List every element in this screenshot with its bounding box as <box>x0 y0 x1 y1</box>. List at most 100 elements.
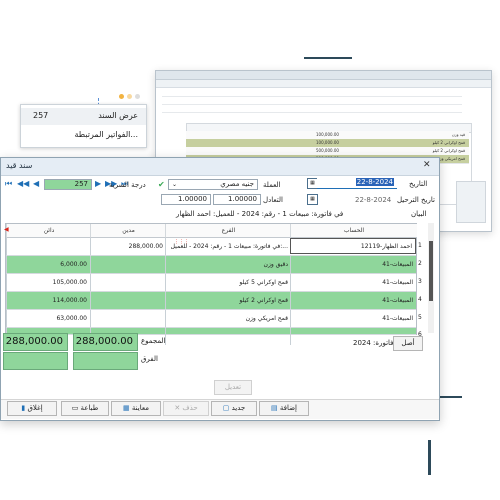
popup-item-label: الفواتير المرتبطة... <box>74 130 139 139</box>
cell-account[interactable]: 41-المبيعات <box>290 274 416 291</box>
table-row[interactable]: 6,000.00 دقيق وزن 41-المبيعات <box>6 256 416 274</box>
cell-account[interactable]: 12119-احمد الظهار <box>290 238 416 254</box>
close-button[interactable]: ▮ إغلاق <box>7 401 57 416</box>
rate-label: التعادل <box>263 196 283 204</box>
column-header-account[interactable]: الحساب <box>290 224 417 238</box>
rate-field-2[interactable]: 1.00000 <box>161 194 211 205</box>
delete-icon: ✕ <box>174 404 181 412</box>
add-button[interactable]: ▤ إضافة <box>259 401 309 416</box>
add-icon: ▤ <box>271 404 278 412</box>
cell-credit[interactable] <box>6 238 90 255</box>
background-window-titlebar <box>156 71 491 80</box>
currency-label: العملة <box>263 181 281 189</box>
cell-account[interactable]: 41-المبيعات <box>290 256 416 273</box>
printer-icon: ▭ <box>71 404 79 412</box>
close-icon[interactable]: ✕ <box>423 160 431 170</box>
delete-button[interactable]: ✕ حذف <box>163 401 209 416</box>
total-credit-field: 288,000.00 <box>3 333 68 351</box>
cell-credit[interactable]: 63,000.00 <box>6 310 90 327</box>
background-window-form <box>162 88 482 118</box>
column-header-branch[interactable]: الفرع <box>165 224 291 238</box>
add-label: إضافة <box>279 404 297 412</box>
cell-branch[interactable]: دقيق وزن <box>165 256 290 273</box>
currency-value: جنيه مصري <box>220 180 254 188</box>
cell-branch[interactable]: قمح اوكراني 5 كيلو <box>165 274 290 291</box>
secret-degree-label[interactable]: درجة السرية <box>109 181 146 189</box>
table-row[interactable]: 105,000.00 قمح اوكراني 5 كيلو 41-المبيعا… <box>6 274 416 292</box>
date-label: التاريخ <box>409 180 428 188</box>
invoice-text[interactable]: فاتورة: 2024 <box>353 339 394 347</box>
new-label: جديد <box>231 404 246 412</box>
original-button[interactable]: أصل <box>393 336 423 351</box>
dots-icon[interactable]: ⋮⋮⋮ <box>174 239 189 245</box>
decorative-line <box>428 440 431 475</box>
total-debit-field: 288,000.00 <box>73 333 138 351</box>
record-number-field[interactable]: 257 <box>44 179 92 190</box>
cell-account[interactable]: 41-المبيعات <box>290 310 416 327</box>
sort-indicator-icon: ◀ <box>4 226 9 233</box>
date-value: 22-8-2024 <box>355 178 394 186</box>
cell-branch[interactable] <box>165 328 291 345</box>
print-button[interactable]: ▭ طباعة <box>61 401 109 416</box>
cell-branch[interactable]: قمح امريكي وزن <box>165 310 290 327</box>
close-label: إغلاق <box>27 404 43 412</box>
chevron-down-icon: ⌄ <box>172 181 178 188</box>
edit-label: تعديل <box>214 380 252 395</box>
edit-button[interactable]: تعديل <box>214 380 252 395</box>
first-record-icon[interactable]: ⏮ <box>5 179 12 189</box>
row-number: 5 <box>418 314 422 321</box>
calendar-icon[interactable]: ▦ <box>307 194 318 205</box>
cell-debit[interactable] <box>90 310 166 327</box>
cell-credit[interactable]: 6,000.00 <box>6 256 90 273</box>
statement-value[interactable]: في فاتورة: مبيعات 1 - رقم: 2024 - للعميل… <box>176 210 343 218</box>
cell-branch[interactable]: قمح اوكراني 2 كيلو <box>165 292 290 309</box>
title-bar: سند قيد ✕ <box>1 158 439 176</box>
print-label: طباعة <box>80 404 99 412</box>
close-app-icon: ▮ <box>21 404 26 412</box>
next-icon[interactable]: ▶ <box>95 179 101 188</box>
shield-check-icon: ✔ <box>158 180 165 189</box>
cell-debit[interactable] <box>90 256 166 273</box>
preview-icon: ▦ <box>123 404 130 412</box>
row-number-column: 1 2 3 4 5 6 <box>416 223 426 338</box>
popup-item-label: عرض السند <box>98 111 138 120</box>
context-popup: 257 عرض السند الفواتير المرتبطة... <box>20 94 147 148</box>
vertical-scrollbar[interactable] <box>428 223 434 333</box>
cell-credit[interactable]: 114,000.00 <box>6 292 90 309</box>
diff-label: الفرق <box>141 355 158 363</box>
currency-select[interactable]: جنيه مصري ⌄ <box>168 179 258 190</box>
preview-button[interactable]: ▦ معاينة <box>111 401 161 416</box>
rate-field-1[interactable]: 1.00000 <box>213 194 261 205</box>
voucher-window: سند قيد ✕ ⏮ ◀◀ ◀ 257 ▶ ▶▶ ⏭ درجة السرية … <box>0 157 440 421</box>
table-row[interactable]: 63,000.00 قمح امريكي وزن 41-المبيعات <box>6 310 416 328</box>
cell-debit[interactable] <box>90 274 166 291</box>
delete-label: حذف <box>182 404 198 412</box>
column-header-debit[interactable]: مدين <box>90 224 166 238</box>
cell-credit[interactable]: 105,000.00 <box>6 274 90 291</box>
new-icon: ▢ <box>222 404 230 412</box>
popup-dots <box>119 93 140 101</box>
cell-account[interactable]: 41-المبيعات <box>290 292 416 309</box>
cell-debit[interactable]: 288,000.00 <box>90 238 165 255</box>
new-button[interactable]: ▢ جديد <box>211 401 257 416</box>
column-header-credit[interactable]: دائن <box>6 224 91 238</box>
row-number: 1 <box>418 242 422 249</box>
statement-label: البيان <box>411 210 427 218</box>
date-field[interactable]: 22-8-2024 <box>317 178 397 189</box>
popup-item-related-invoices[interactable]: الفواتير المرتبطة... <box>21 127 146 144</box>
popup-item-show-voucher[interactable]: 257 عرض السند <box>21 108 146 125</box>
cell-debit[interactable] <box>90 292 166 309</box>
background-side-panel <box>456 181 486 223</box>
decorative-line <box>304 57 352 59</box>
row-number: 2 <box>418 260 422 267</box>
entries-grid: دائن مدين الفرع الحساب ◀ 288,000.00 في ف… <box>4 223 417 345</box>
row-number: 4 <box>418 296 422 303</box>
prev-record-icon[interactable]: ◀◀ <box>17 179 29 188</box>
prev-icon[interactable]: ◀ <box>33 179 39 188</box>
preview-label: معاينة <box>131 404 149 412</box>
table-row[interactable]: 114,000.00 قمح اوكراني 2 كيلو 41-المبيعا… <box>6 292 416 310</box>
total-label: المجموع <box>141 337 166 345</box>
post-date-value[interactable]: 22-8-2024 <box>355 196 391 204</box>
table-row[interactable]: 288,000.00 في فاتورة: مبيعات 1 - رقم: 20… <box>6 238 416 256</box>
row-number: 3 <box>418 278 422 285</box>
